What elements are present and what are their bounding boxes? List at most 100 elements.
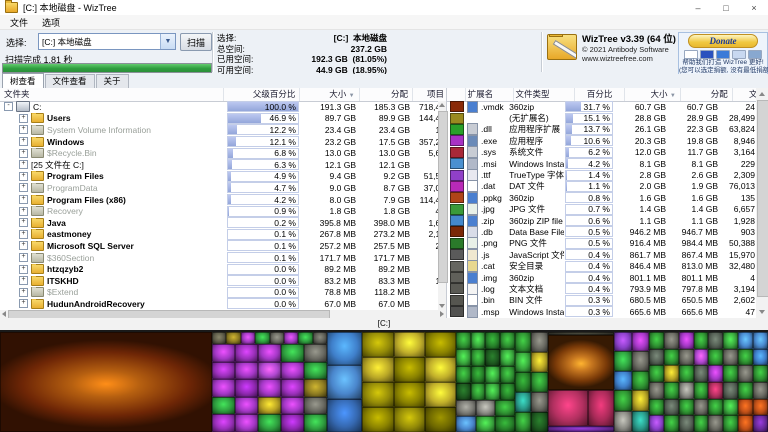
treemap-cell[interactable] (738, 332, 753, 349)
scroll-down-icon[interactable] (439, 304, 445, 308)
treemap-cell[interactable] (738, 365, 753, 382)
treemap-cell[interactable] (298, 332, 312, 344)
treemap-cell[interactable] (649, 332, 664, 349)
treemap-cell[interactable] (649, 365, 664, 382)
treemap-cell[interactable] (235, 397, 258, 415)
treemap-cell[interactable] (679, 365, 694, 382)
treemap-cell[interactable] (531, 352, 548, 372)
tree-row[interactable]: +[25 文件在 C:]6.3 %12.1 GB12.1 GB5 (0, 159, 446, 171)
treemap-cell[interactable] (632, 411, 649, 432)
treemap-cell[interactable] (708, 382, 723, 399)
treemap-block[interactable] (0, 332, 212, 432)
treemap-cell[interactable] (515, 412, 532, 432)
treemap-cell[interactable] (679, 349, 694, 366)
ext-row[interactable]: .ppkg360zip0.8 %1.6 GB1.6 GB135 (447, 192, 756, 203)
treemap-cell[interactable] (753, 332, 768, 349)
scroll-up-icon[interactable] (759, 92, 765, 96)
treemap-cell[interactable] (723, 332, 738, 349)
treemap-cell[interactable] (235, 344, 258, 362)
treemap-cell[interactable] (255, 332, 269, 344)
treemap-cell[interactable] (476, 416, 495, 432)
treemap-cell[interactable] (471, 332, 486, 349)
treemap-cell[interactable] (664, 365, 679, 382)
scroll-right-icon[interactable] (440, 311, 444, 317)
maximize-button[interactable]: □ (712, 3, 740, 13)
treemap-cell[interactable] (738, 399, 753, 416)
treemap-cell[interactable] (500, 332, 515, 349)
expand-icon[interactable]: + (19, 276, 28, 285)
ext-row[interactable]: .log文本文档0.4 %793.9 MB797.8 MB3,194 (447, 283, 756, 294)
treemap-cell[interactable] (258, 344, 281, 362)
treemap-cell[interactable] (723, 415, 738, 432)
treemap-cell[interactable] (614, 351, 631, 370)
treemap-cell[interactable] (649, 349, 664, 366)
ext-row[interactable]: .jpgJPG 文件0.7 %1.4 GB1.4 GB6,657 (447, 204, 756, 215)
treemap-cell[interactable] (362, 407, 393, 432)
treemap-block[interactable] (548, 426, 615, 432)
treemap-cell[interactable] (679, 332, 694, 349)
treemap-cell[interactable] (281, 379, 304, 397)
treemap-cell[interactable] (708, 349, 723, 366)
treemap-cell[interactable] (515, 352, 532, 372)
treemap-block[interactable] (515, 332, 548, 432)
treemap-cell[interactable] (304, 414, 327, 432)
treemap-cell[interactable] (476, 400, 495, 416)
treemap-cell[interactable] (485, 366, 500, 383)
treemap-cell[interactable] (723, 399, 738, 416)
treemap-cell[interactable] (394, 382, 425, 407)
treemap-cell[interactable] (632, 371, 649, 390)
treemap-cell[interactable] (456, 349, 471, 366)
column-header-items[interactable]: 项目 (413, 88, 446, 101)
ext-row[interactable]: .exe应用程序10.6 %20.3 GB19.8 GB8,946 (447, 135, 756, 146)
column-header-alloc[interactable]: 分配 (360, 88, 413, 101)
treemap-cell[interactable] (304, 362, 327, 380)
treemap-cell[interactable] (495, 400, 514, 416)
treemap-cell[interactable] (258, 379, 281, 397)
expand-icon[interactable]: + (19, 299, 28, 308)
treemap-cell[interactable] (694, 365, 709, 382)
treemap-cell[interactable] (394, 332, 425, 357)
tab-树查看[interactable]: 树查看 (2, 73, 44, 89)
treemap-cell[interactable] (753, 399, 768, 416)
treemap-cell[interactable] (694, 415, 709, 432)
expand-icon[interactable]: + (19, 230, 28, 239)
treemap-cell[interactable] (270, 332, 284, 344)
treemap-cell[interactable] (664, 332, 679, 349)
treemap-block[interactable] (212, 332, 327, 344)
treemap-cell[interactable] (241, 332, 255, 344)
treemap-cell[interactable] (708, 415, 723, 432)
treemap-block[interactable] (362, 332, 456, 432)
treemap-block[interactable] (614, 332, 649, 390)
treemap-cell[interactable] (694, 349, 709, 366)
treemap-block[interactable] (327, 332, 362, 432)
expand-icon[interactable]: + (19, 149, 28, 158)
treemap-cell[interactable] (649, 415, 664, 432)
column-header-ext-size[interactable]: 大小 ▼ (625, 88, 681, 101)
treemap-cell[interactable] (212, 362, 235, 380)
treemap-cell[interactable] (632, 351, 649, 370)
scroll-up-icon[interactable] (439, 103, 445, 107)
treemap-cell[interactable] (649, 382, 664, 399)
treemap-cell[interactable] (327, 365, 362, 398)
treemap-cell[interactable] (664, 415, 679, 432)
ext-row[interactable]: .ttfTrueType 字体文件1.4 %2.8 GB2.6 GB2,309 (447, 169, 756, 180)
tree-row[interactable]: +Program Files4.9 %9.4 GB9.2 GB51,58 (0, 171, 446, 183)
tree-row[interactable]: +Windows12.1 %23.2 GB17.5 GB357,28 (0, 136, 446, 148)
treemap-cell[interactable] (456, 416, 475, 432)
treemap-cell[interactable] (649, 399, 664, 416)
expand-icon[interactable]: + (19, 288, 28, 297)
treemap-cell[interactable] (723, 382, 738, 399)
treemap-cell[interactable] (362, 382, 393, 407)
treemap-cell[interactable] (304, 397, 327, 415)
expand-icon[interactable]: + (19, 172, 28, 181)
treemap-cell[interactable] (212, 332, 226, 344)
tree-row[interactable]: +ProgramData4.7 %9.0 GB8.7 GB37,01 (0, 182, 446, 194)
treemap-block[interactable] (456, 400, 514, 432)
treemap-cell[interactable] (235, 362, 258, 380)
treemap-block[interactable] (304, 344, 327, 432)
treemap-cell[interactable] (394, 407, 425, 432)
treemap-cell[interactable] (753, 365, 768, 382)
ext-row[interactable]: .binBIN 文件0.3 %680.5 MB650.5 MB2,602 (447, 295, 756, 306)
treemap-cell[interactable] (694, 332, 709, 349)
tree-row[interactable]: +$Recycle.Bin6.8 %13.0 GB13.0 GB5,63 (0, 147, 446, 159)
